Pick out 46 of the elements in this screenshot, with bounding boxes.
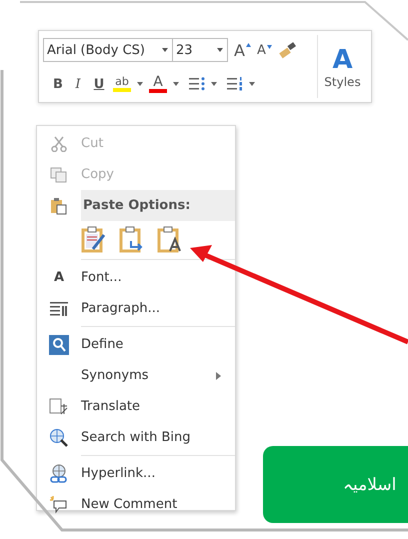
styles-button[interactable]: A Styles xyxy=(317,35,367,98)
keep-formatting-paste-icon[interactable] xyxy=(81,225,107,253)
down-triangle-icon xyxy=(266,44,272,48)
book-search-icon xyxy=(49,334,69,354)
paste-options-header: Paste Options: xyxy=(81,190,235,221)
font-icon: A xyxy=(54,270,64,285)
menu-item[interactable]: Define xyxy=(37,329,235,360)
numbered-list-icon[interactable] xyxy=(227,77,243,91)
font-name-value: Arial (Body CS) xyxy=(47,42,145,58)
copy-icon xyxy=(50,166,68,182)
caret-icon[interactable] xyxy=(137,82,143,86)
translate-icon xyxy=(49,398,69,416)
underline-button[interactable]: U xyxy=(91,76,107,92)
banner-text: اسلامیہ xyxy=(343,474,396,495)
menu-item[interactable]: A Font... xyxy=(37,262,235,293)
highlight-button[interactable]: ab xyxy=(113,76,131,92)
globe-search-icon xyxy=(49,428,69,448)
menu-item[interactable]: New Comment xyxy=(37,489,235,520)
italic-button[interactable]: I xyxy=(71,76,85,92)
format-painter-icon[interactable] xyxy=(278,41,298,59)
menu-item[interactable]: Synonyms xyxy=(37,360,235,391)
font-size-dropdown[interactable]: 23 xyxy=(172,38,228,62)
caret-icon xyxy=(162,48,168,52)
caret-icon xyxy=(217,48,223,52)
bold-button[interactable]: B xyxy=(51,76,65,92)
menu-item[interactable]: Paragraph... xyxy=(37,293,235,324)
paragraph-icon xyxy=(50,302,68,316)
globe-link-icon xyxy=(49,464,69,484)
submenu-arrow-icon xyxy=(216,372,221,380)
merge-formatting-paste-icon[interactable] xyxy=(119,225,145,253)
scissors-icon xyxy=(51,136,67,152)
bullet-list-icon[interactable] xyxy=(189,77,205,91)
caret-icon[interactable] xyxy=(249,82,255,86)
keep-text-only-paste-icon[interactable] xyxy=(157,225,183,253)
caret-icon[interactable] xyxy=(211,82,217,86)
up-triangle-icon xyxy=(246,42,251,46)
font-color-button[interactable]: A xyxy=(149,75,167,93)
menu-item[interactable]: Hyperlink... xyxy=(37,458,235,489)
shrink-font-button[interactable]: A xyxy=(256,42,272,58)
grow-font-button[interactable]: A xyxy=(234,40,251,60)
font-name-dropdown[interactable]: Arial (Body CS) xyxy=(43,38,173,62)
clipboard-icon xyxy=(50,196,68,214)
menu-item[interactable]: Search with Bing xyxy=(37,422,235,453)
font-size-value: 23 xyxy=(176,42,193,58)
menu-item[interactable]: Translate xyxy=(37,391,235,422)
caret-icon[interactable] xyxy=(173,82,179,86)
